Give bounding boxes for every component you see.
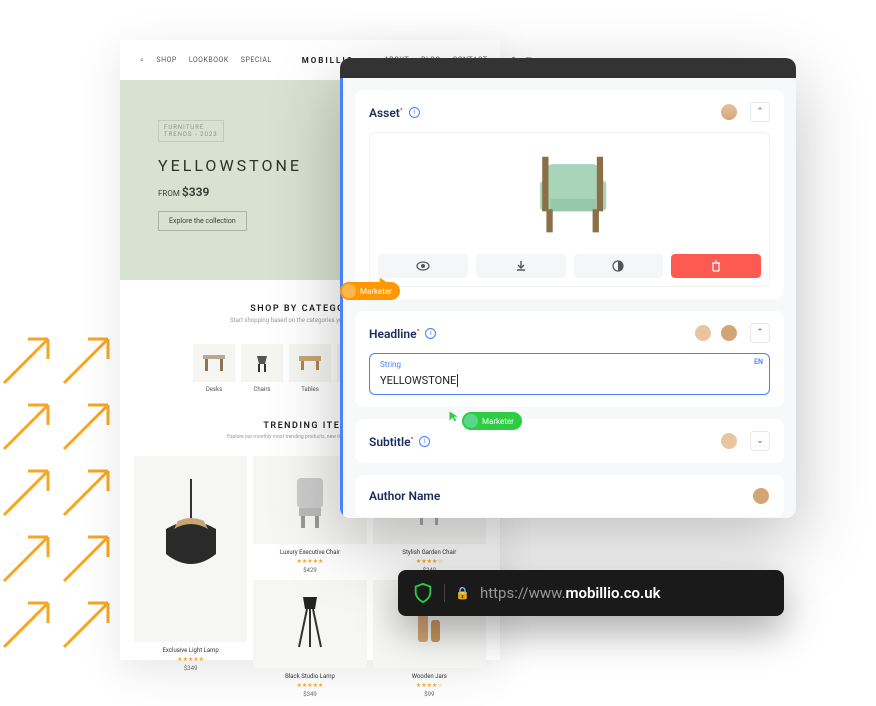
lock-icon: 🔒 bbox=[455, 586, 470, 600]
avatar[interactable] bbox=[720, 324, 738, 342]
expand-button[interactable]: ⌄ bbox=[750, 431, 770, 451]
category-item[interactable]: Desks bbox=[193, 344, 235, 393]
avatar bbox=[464, 414, 478, 428]
headline-input-field[interactable]: String YELLOWSTONE EN bbox=[369, 353, 770, 395]
headline-panel: Headline• i ⌃ String YELLOWSTONE EN bbox=[355, 311, 784, 407]
info-icon[interactable]: i bbox=[425, 328, 436, 339]
panel-title: Subtitle• bbox=[369, 434, 413, 449]
product-image bbox=[134, 456, 247, 642]
info-icon[interactable]: i bbox=[409, 107, 420, 118]
explore-button[interactable]: Explore the collection bbox=[158, 211, 247, 231]
tag-label: Marketer bbox=[482, 417, 514, 426]
avatar[interactable] bbox=[720, 103, 738, 121]
author-panel: Author Name bbox=[355, 475, 784, 517]
panel-title: Headline• bbox=[369, 326, 419, 341]
contrast-button[interactable] bbox=[574, 254, 664, 278]
avatar[interactable] bbox=[752, 487, 770, 505]
language-badge[interactable]: EN bbox=[754, 358, 763, 366]
asset-image[interactable] bbox=[378, 141, 761, 246]
nav-special[interactable]: SPECIAL bbox=[241, 56, 272, 64]
asset-toolbar bbox=[378, 254, 761, 278]
panel-header[interactable]: Headline• i ⌃ bbox=[369, 323, 770, 343]
browser-url-bar: 🔒 https://www.mobillio.co.uk bbox=[398, 570, 784, 616]
panel-title: Asset• bbox=[369, 105, 403, 120]
subtitle-panel: Subtitle• i ⌄ bbox=[355, 419, 784, 463]
product-image bbox=[253, 580, 366, 668]
category-item[interactable]: Chairs bbox=[241, 344, 283, 393]
search-icon[interactable]: ⌕ bbox=[140, 56, 144, 65]
asset-body bbox=[369, 132, 770, 287]
separator bbox=[444, 584, 445, 602]
product-card[interactable]: Black Studio Lamp ★★★★★ $349 bbox=[253, 580, 366, 698]
asset-panel: Asset• i ⌃ bbox=[355, 90, 784, 299]
marketer-tag: Marketer bbox=[340, 282, 400, 300]
field-type-label: String bbox=[380, 360, 759, 369]
marketer-tag: Marketer bbox=[462, 412, 522, 430]
nav-lookbook[interactable]: LOOKBOOK bbox=[189, 56, 229, 64]
panel-title: Author Name bbox=[369, 489, 440, 503]
field-value: YELLOWSTONE bbox=[380, 374, 458, 387]
window-titlebar bbox=[340, 58, 796, 78]
url-text: https://www.mobillio.co.uk bbox=[480, 584, 661, 602]
nav-shop[interactable]: SHOP bbox=[156, 56, 176, 64]
tag-label: Marketer bbox=[360, 287, 392, 296]
panel-header[interactable]: Author Name bbox=[369, 487, 770, 505]
avatar[interactable] bbox=[720, 432, 738, 450]
avatar[interactable] bbox=[694, 324, 712, 342]
cursor-icon bbox=[448, 407, 460, 419]
avatar bbox=[342, 284, 356, 298]
panel-header[interactable]: Subtitle• i ⌄ bbox=[369, 431, 770, 451]
editor-body: Asset• i ⌃ Headline• bbox=[340, 78, 796, 518]
panel-header[interactable]: Asset• i ⌃ bbox=[369, 102, 770, 122]
category-item[interactable]: Tables bbox=[289, 344, 331, 393]
shield-icon bbox=[412, 582, 434, 604]
delete-button[interactable] bbox=[671, 254, 761, 278]
collapse-button[interactable]: ⌃ bbox=[750, 102, 770, 122]
collapse-button[interactable]: ⌃ bbox=[750, 323, 770, 343]
hero-eyebrow: FURNITURE TRENDS - 2023 bbox=[158, 120, 224, 142]
info-icon[interactable]: i bbox=[419, 436, 430, 447]
product-card[interactable]: Exclusive Light Lamp ★★★★★ $349 bbox=[134, 456, 247, 698]
download-button[interactable] bbox=[476, 254, 566, 278]
cms-editor-window: Asset• i ⌃ Headline• bbox=[340, 58, 796, 518]
